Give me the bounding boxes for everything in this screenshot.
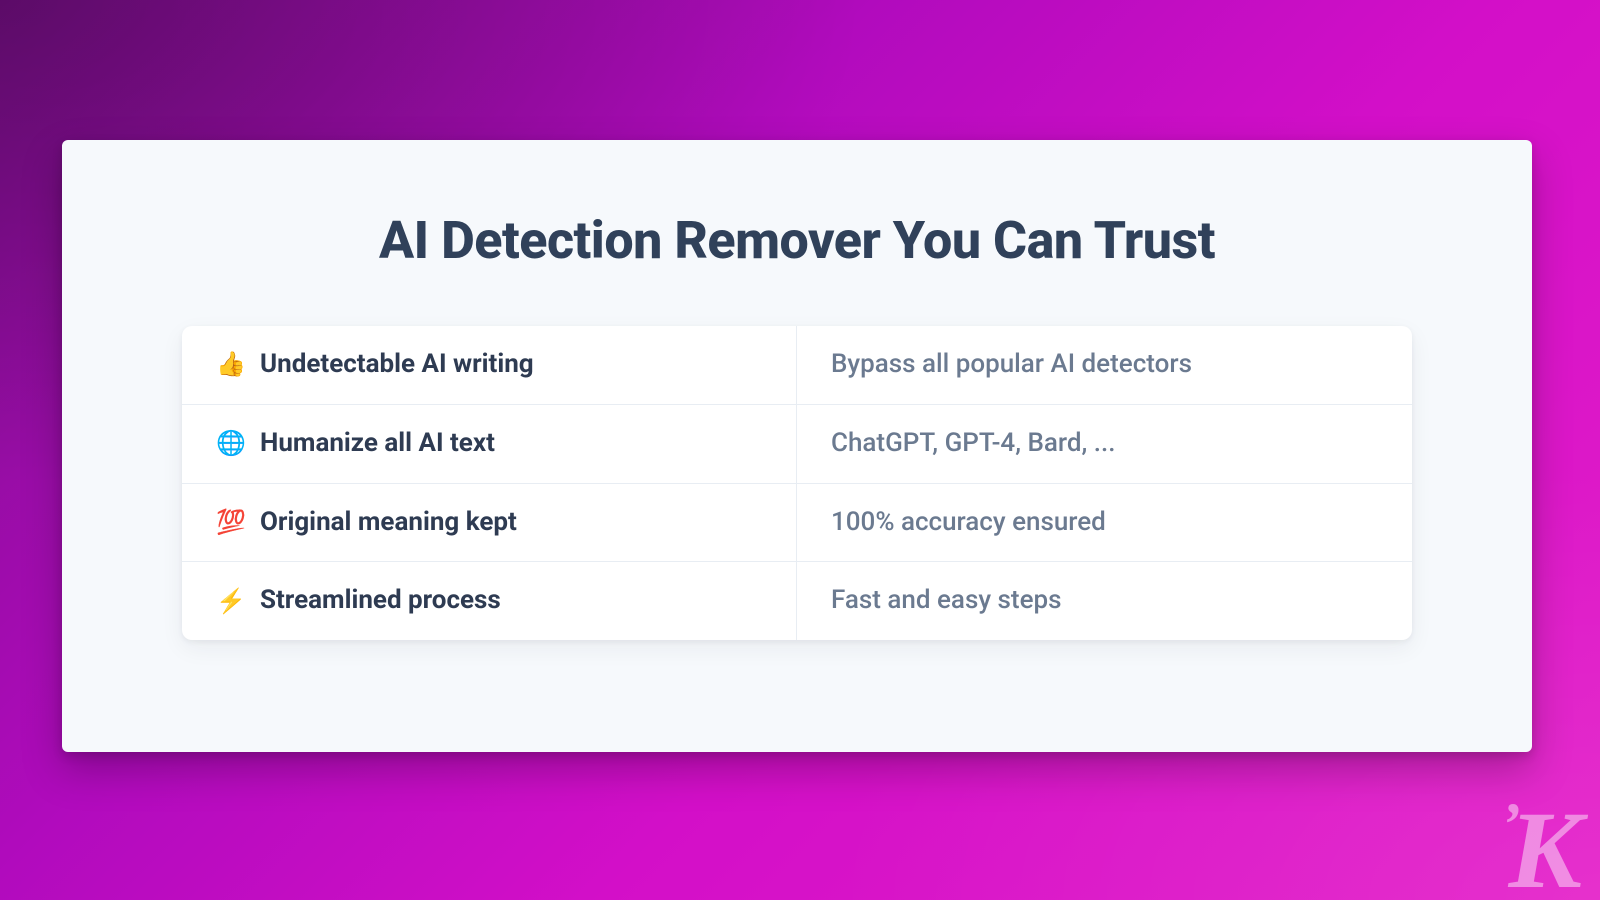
feature-title: Streamlined process [260,584,501,618]
table-row: 🌐 Humanize all AI text ChatGPT, GPT-4, B… [182,404,1412,483]
feature-desc: 100% accuracy ensured [831,506,1106,540]
table-row: 💯 Original meaning kept 100% accuracy en… [182,483,1412,562]
globe-icon: 🌐 [216,429,246,459]
page-background: AI Detection Remover You Can Trust 👍 Und… [0,0,1600,900]
feature-desc-cell: 100% accuracy ensured [797,484,1412,562]
table-row: 👍 Undetectable AI writing Bypass all pop… [182,326,1412,404]
feature-table: 👍 Undetectable AI writing Bypass all pop… [182,326,1412,640]
page-title: AI Detection Remover You Can Trust [182,210,1412,271]
feature-desc: ChatGPT, GPT-4, Bard, ... [831,427,1115,461]
thumbs-up-icon: 👍 [216,350,246,380]
watermark-logo: ’K [1501,806,1576,894]
feature-title-cell: ⚡ Streamlined process [182,562,797,640]
feature-title: Original meaning kept [260,506,517,540]
table-row: ⚡ Streamlined process Fast and easy step… [182,561,1412,640]
bolt-icon: ⚡ [216,586,246,616]
hundred-icon: 💯 [216,507,246,537]
feature-title: Undetectable AI writing [260,348,534,382]
feature-desc-cell: Fast and easy steps [797,562,1412,640]
feature-desc: Fast and easy steps [831,584,1061,618]
feature-title: Humanize all AI text [260,427,495,461]
feature-desc: Bypass all popular AI detectors [831,348,1192,382]
feature-desc-cell: Bypass all popular AI detectors [797,326,1412,404]
feature-desc-cell: ChatGPT, GPT-4, Bard, ... [797,405,1412,483]
feature-title-cell: 💯 Original meaning kept [182,484,797,562]
feature-card: AI Detection Remover You Can Trust 👍 Und… [62,140,1532,752]
feature-title-cell: 👍 Undetectable AI writing [182,326,797,404]
feature-title-cell: 🌐 Humanize all AI text [182,405,797,483]
